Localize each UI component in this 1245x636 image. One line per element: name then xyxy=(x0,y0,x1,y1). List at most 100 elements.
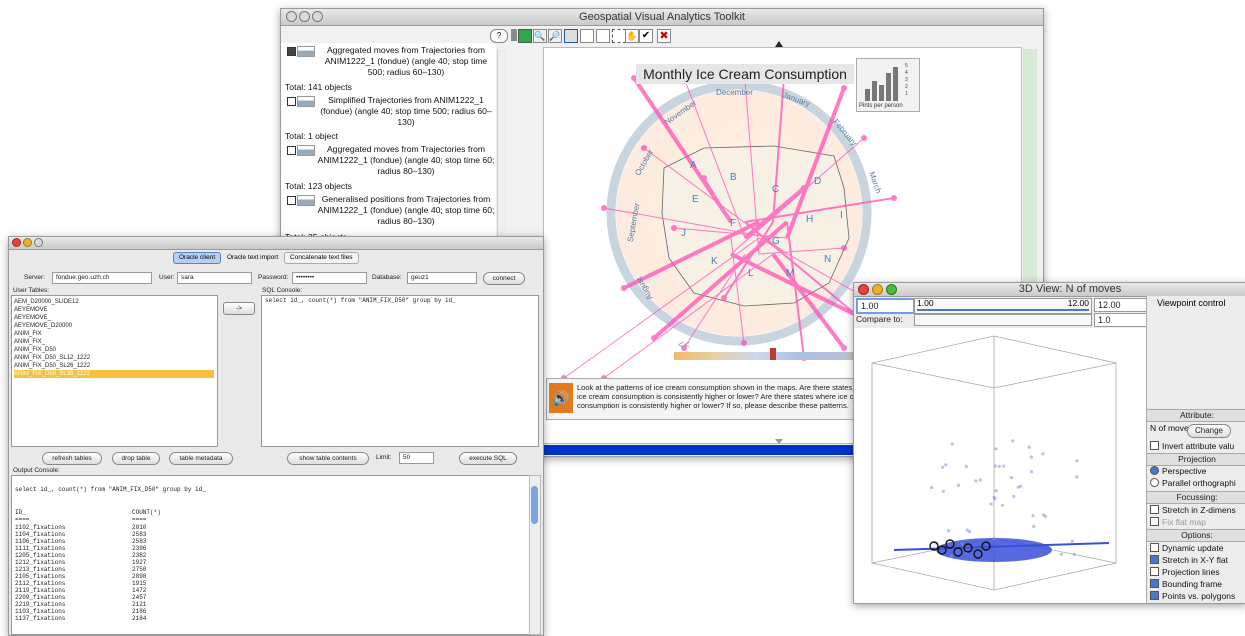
close-icon[interactable] xyxy=(12,238,21,247)
cancel-icon[interactable]: ✖ xyxy=(657,29,671,43)
compare-slider[interactable] xyxy=(914,314,1092,326)
layer-item[interactable]: Aggregated moves from Trajectories from … xyxy=(285,144,495,178)
legend-bar xyxy=(865,89,870,101)
database-input[interactable]: geuz1 xyxy=(407,272,477,284)
month-label: December xyxy=(716,88,753,97)
layer-item[interactable]: Aggregated moves from Trajectories from … xyxy=(285,45,495,79)
table-list-item[interactable]: ANIM_FIX_D50_SL26_1222 xyxy=(14,362,214,370)
output-row-id: 1205_fixations xyxy=(15,552,66,559)
password-input[interactable]: •••••••• xyxy=(292,272,367,284)
from-value-input[interactable]: 1.00 xyxy=(856,298,915,314)
data-point xyxy=(1075,475,1079,479)
help-button[interactable]: ? xyxy=(490,29,508,43)
speaker-icon[interactable]: 🔊 xyxy=(549,383,573,413)
zoom-in-icon[interactable]: 🔍 xyxy=(533,29,547,43)
table-list-item[interactable]: AEM_D20000_SLIDE12 xyxy=(14,298,214,306)
layer-tool-icon[interactable] xyxy=(518,29,532,43)
oracle-title-bar[interactable] xyxy=(9,237,543,250)
bounding-frame-checkbox[interactable]: Bounding frame xyxy=(1150,579,1222,589)
table-list-item[interactable]: ANIM_FIX_D50_SL36_1222 xyxy=(14,370,214,378)
user-tables-list[interactable]: AEM_D20000_SLIDE12 AEYEMOVE AEYEMOVE_ AEYEM… xyxy=(11,295,218,447)
zoom-out-icon[interactable]: 🔎 xyxy=(548,29,562,43)
layer-checkbox[interactable] xyxy=(287,146,296,155)
tab-oracle-client[interactable]: Oracle client xyxy=(173,252,222,264)
layer-checkbox[interactable] xyxy=(287,97,296,106)
output-scrollbar[interactable] xyxy=(529,475,541,635)
plot-3d-canvas[interactable] xyxy=(854,328,1146,603)
print-icon[interactable] xyxy=(580,29,594,43)
close-icon[interactable] xyxy=(286,11,297,22)
layer-item[interactable]: Simplified Trajectories from ANIM1222_1 … xyxy=(285,95,495,129)
layer-checkbox[interactable] xyxy=(287,196,296,205)
limit-input[interactable]: 50 xyxy=(399,452,434,464)
to-value-input[interactable]: 12.00 xyxy=(1094,298,1147,312)
timeline-prev-button[interactable]: << xyxy=(678,340,690,351)
range-slider[interactable]: 1.00 12.00 xyxy=(914,298,1092,314)
dynamic-update-checkbox[interactable]: Dynamic update xyxy=(1150,543,1223,553)
user-input[interactable]: sara xyxy=(177,272,252,284)
map-top-arrow-icon[interactable] xyxy=(775,41,783,47)
save-icon[interactable] xyxy=(596,29,610,43)
perspective-radio[interactable]: Perspective xyxy=(1150,466,1206,476)
server-input[interactable]: fondue.geo.uzh.ch xyxy=(52,272,152,284)
data-point xyxy=(1012,494,1016,499)
table-list-item[interactable]: ANIM_FIX_D50_SL12_1222 xyxy=(14,354,214,362)
table-list-item[interactable]: AEYEMOVE_D20000 xyxy=(14,322,214,330)
close-icon[interactable] xyxy=(858,284,869,295)
marquee-icon[interactable] xyxy=(612,29,626,43)
sql-console-input[interactable]: select id_, count(*) from "ANIM_FIX_D50"… xyxy=(261,295,539,447)
output-row-count: 2898 xyxy=(132,573,147,580)
minimize-icon[interactable] xyxy=(299,11,310,22)
connect-button[interactable]: connect xyxy=(483,272,525,285)
map-bottom-arrow-icon[interactable] xyxy=(775,439,783,444)
compare-value-input[interactable]: 1.0 xyxy=(1094,313,1147,327)
table-list-item[interactable]: AEYEMOVE_ xyxy=(14,314,214,322)
compare-label: Compare to: xyxy=(856,314,903,324)
data-point xyxy=(1041,452,1045,456)
table-list-item[interactable]: ANIM_FIX_ xyxy=(14,338,214,346)
table-list-item[interactable]: ANIM_FIX_D50 xyxy=(14,346,214,354)
output-console[interactable]: select id_, count(*) from "ANIM_FIX_D50"… xyxy=(11,475,530,635)
zoom-icon[interactable] xyxy=(34,238,43,247)
zoom-icon[interactable] xyxy=(886,284,897,295)
drop-table-button[interactable]: drop table xyxy=(112,452,160,465)
flow-node xyxy=(891,195,897,201)
execute-sql-button[interactable]: execute SQL xyxy=(459,452,517,465)
refresh-tables-button[interactable]: refresh tables xyxy=(42,452,102,465)
minimize-icon[interactable] xyxy=(872,284,883,295)
points-vs-polygons-checkbox[interactable]: Points vs. polygons xyxy=(1150,591,1235,601)
table-list-item[interactable]: AEYEMOVE xyxy=(14,306,214,314)
invert-attribute-checkbox[interactable]: Invert attribute valu xyxy=(1150,441,1234,451)
layer-item[interactable]: Generalised positions from Trajectories … xyxy=(285,194,495,228)
stretch-xy-checkbox[interactable]: Stretch in X-Y flat xyxy=(1150,555,1228,565)
projection-lines-checkbox[interactable]: Projection lines xyxy=(1150,567,1220,577)
parallel-radio[interactable]: Parallel orthographi xyxy=(1150,478,1236,488)
data-point xyxy=(1059,552,1063,556)
stretch-z-checkbox[interactable]: Stretch in Z-dimens xyxy=(1150,505,1236,515)
layer-list-scrollbar[interactable] xyxy=(497,49,506,239)
radio-dot xyxy=(1150,466,1159,475)
move-to-console-button[interactable]: -> xyxy=(223,302,255,315)
fix-flat-map-checkbox[interactable]: Fix flat map xyxy=(1150,517,1206,527)
zoom-icon[interactable] xyxy=(312,11,323,22)
tab-concatenate[interactable]: Concatenate text files xyxy=(284,252,359,264)
output-row-id: 2119_fixations xyxy=(15,587,66,594)
change-button[interactable]: Change xyxy=(1187,424,1231,438)
show-contents-button[interactable]: show table contents xyxy=(287,452,369,465)
table-metadata-button[interactable]: table metadata xyxy=(169,452,233,465)
minimize-icon[interactable] xyxy=(23,238,32,247)
table-list-item[interactable]: ANIM_FIX xyxy=(14,330,214,338)
check-icon[interactable]: ✔ xyxy=(639,29,653,43)
tab-oracle-text-import[interactable]: Oracle text import xyxy=(223,253,282,263)
geospatial-title-bar[interactable]: Geospatial Visual Analytics Toolkit xyxy=(281,9,1043,26)
toolbar-arrow-icon[interactable] xyxy=(511,29,517,41)
select-icon[interactable] xyxy=(564,29,578,43)
layer-checkbox[interactable] xyxy=(287,47,296,56)
output-row-id: 2105_fixations xyxy=(15,573,66,580)
view3d-title-bar[interactable]: 3D View: N of moves xyxy=(854,283,1245,297)
timeline-marker[interactable] xyxy=(770,348,776,360)
output-row-count: 1927 xyxy=(132,559,147,566)
output-scroll-thumb[interactable] xyxy=(531,486,538,524)
pan-icon[interactable]: ✋ xyxy=(625,29,639,43)
layer-label: Aggregated moves from Trajectories from … xyxy=(317,144,495,176)
